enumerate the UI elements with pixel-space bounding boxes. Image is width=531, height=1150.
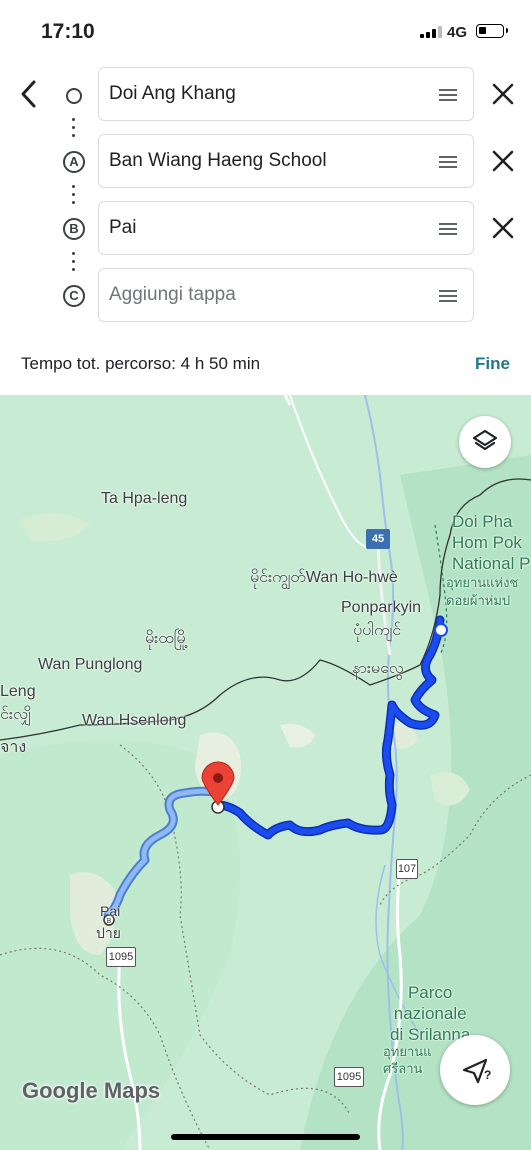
signal-icon	[420, 26, 442, 38]
stop-b-marker: B	[63, 218, 85, 240]
remove-stop-origin-icon[interactable]	[490, 81, 516, 107]
layers-button[interactable]	[459, 416, 511, 468]
road-shield-45: 45	[366, 529, 390, 549]
route-stop-c: C Aggiungi tappa	[0, 268, 531, 324]
road-shield-107: 107	[396, 859, 418, 879]
battery-icon	[476, 24, 508, 38]
svg-text:?: ?	[484, 1068, 491, 1082]
park-label-doi-pha-hom-pok-thai: อุทยานแห่งช ดอยผ้าห่มป	[446, 575, 519, 608]
stop-c-marker: C	[63, 285, 85, 307]
stop-a-field[interactable]: Ban Wiang Haeng School	[98, 134, 474, 188]
drag-handle-icon[interactable]	[439, 290, 457, 302]
origin-value: Doi Ang Khang	[109, 83, 236, 104]
map-label: จาง	[0, 739, 27, 756]
stop-a-marker: A	[63, 151, 85, 173]
remove-stop-a-icon[interactable]	[490, 148, 516, 174]
route-stop-origin: Doi Ang Khang	[0, 67, 531, 123]
origin-field[interactable]: Doi Ang Khang	[98, 67, 474, 121]
google-maps-logo: Google Maps	[22, 1078, 161, 1103]
map-label: Ta Hpa-leng	[101, 490, 188, 507]
remove-stop-b-icon[interactable]	[490, 215, 516, 241]
road-shield-1095: 1095	[106, 947, 136, 967]
map-label: မိုးထမြို့	[145, 630, 188, 647]
network-type: 4G	[447, 24, 468, 41]
route-stop-b: B Pai	[0, 201, 531, 257]
status-bar: 17:10 4G	[0, 0, 531, 58]
map-label: Leng	[0, 683, 36, 700]
add-stop-placeholder: Aggiungi tappa	[109, 284, 236, 305]
home-indicator	[171, 1134, 360, 1140]
layers-icon	[472, 429, 498, 451]
map-label: နားမလွေ	[352, 660, 404, 677]
map-view[interactable]: B Ta Hpa-leng မိုင်းကျွတ်Wan Ho-hwè Ponp…	[0, 395, 531, 1150]
stop-b-value: Pai	[109, 217, 137, 238]
drag-handle-icon[interactable]	[439, 89, 457, 101]
navigation-arrow-icon: ?	[462, 1058, 491, 1084]
done-button[interactable]: Fine	[475, 354, 510, 374]
park-label-doi-pha-hom-pok: Doi Pha Hom Pok National P	[452, 512, 531, 573]
map-label: Wan Punglong	[38, 656, 143, 673]
road-shield-1095: 1095	[334, 1067, 364, 1087]
map-label: Wan Hsenlong	[82, 712, 187, 729]
navigation-button[interactable]: ?	[440, 1035, 510, 1105]
add-stop-field[interactable]: Aggiungi tappa	[98, 268, 474, 322]
map-label-pai: Pai	[100, 903, 121, 919]
stop-b-field[interactable]: Pai	[98, 201, 474, 255]
map-label-pai-local: ปาย	[96, 925, 121, 941]
total-route-time: Tempo tot. percorso: 4 h 50 min	[21, 354, 261, 373]
park-label-srilanna-thai: อุทยานแ ศรีลาน	[383, 1044, 432, 1076]
map-label: မိုင်းကျွတ်Wan Ho-hwè	[250, 569, 398, 586]
drag-handle-icon[interactable]	[439, 223, 457, 235]
map-label: ပုံပါကျင်	[353, 622, 402, 639]
route-stop-a: A Ban Wiang Haeng School	[0, 134, 531, 190]
stop-a-value: Ban Wiang Haeng School	[109, 150, 327, 171]
origin-map-marker[interactable]	[434, 623, 448, 637]
drag-handle-icon[interactable]	[439, 156, 457, 168]
status-time: 17:10	[41, 20, 95, 43]
origin-marker-icon	[66, 88, 82, 104]
map-label: Ponparkyin	[341, 599, 422, 616]
directions-panel: Doi Ang Khang A Ban Wiang Haeng School B…	[0, 58, 531, 395]
map-label: င်းလျှိ	[0, 706, 32, 723]
